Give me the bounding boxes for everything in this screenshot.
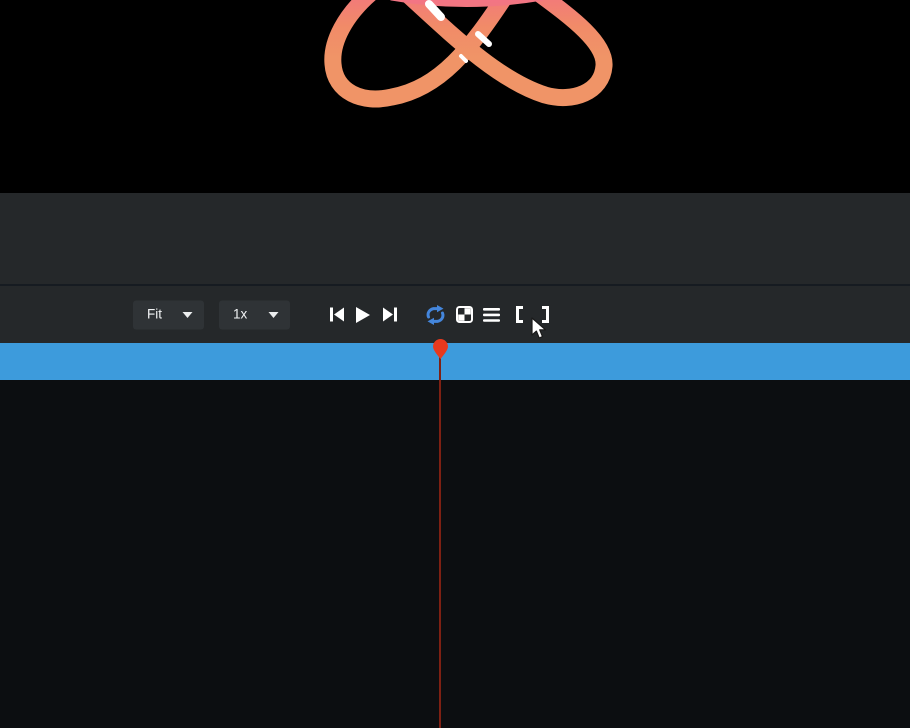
playhead-marker[interactable] bbox=[433, 339, 448, 359]
chevron-down-icon bbox=[182, 311, 193, 318]
zoom-fit-select[interactable]: Fit bbox=[133, 300, 204, 329]
seekbar-track[interactable] bbox=[0, 343, 910, 380]
animation-player-window: Fit 1x bbox=[0, 0, 910, 728]
playback-controls bbox=[330, 286, 550, 343]
playback-speed-value: 1x bbox=[233, 308, 247, 322]
background-toggle-button[interactable] bbox=[456, 306, 473, 323]
player-toolbar: Fit 1x bbox=[0, 286, 910, 343]
skip-to-start-icon bbox=[330, 307, 344, 322]
skip-to-end-button[interactable] bbox=[383, 307, 397, 322]
timeline-panel bbox=[0, 380, 910, 728]
frame-menu-button[interactable] bbox=[483, 308, 500, 322]
pretzel-ribbon-animation-frame bbox=[0, 0, 910, 193]
playback-speed-select[interactable]: 1x bbox=[219, 300, 290, 329]
bracket-in-icon bbox=[515, 306, 524, 323]
menu-lines-icon bbox=[483, 308, 500, 322]
skip-to-start-button[interactable] bbox=[330, 307, 344, 322]
chevron-down-icon bbox=[268, 311, 279, 318]
animation-preview bbox=[0, 0, 910, 193]
checkerboard-background-icon bbox=[456, 306, 473, 323]
play-icon bbox=[356, 307, 370, 323]
loop-icon bbox=[424, 305, 447, 325]
skip-to-end-icon bbox=[383, 307, 397, 322]
set-out-point-button[interactable] bbox=[541, 306, 550, 323]
loop-toggle-button[interactable] bbox=[424, 305, 447, 325]
zoom-fit-value: Fit bbox=[147, 308, 162, 322]
play-button[interactable] bbox=[356, 307, 370, 323]
set-in-point-button[interactable] bbox=[515, 306, 524, 323]
player-panel bbox=[0, 193, 910, 286]
bracket-out-icon bbox=[541, 306, 550, 323]
